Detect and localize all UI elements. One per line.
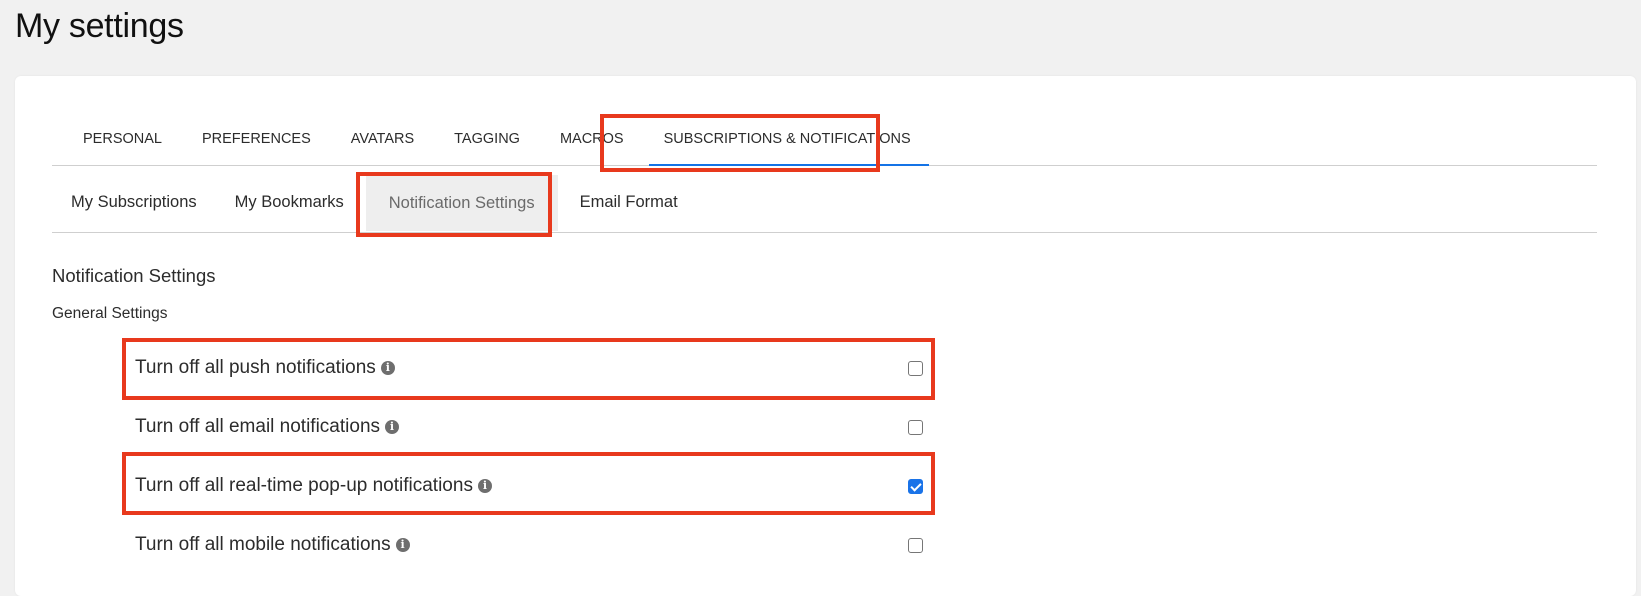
setting-row-email: Turn off all email notifications i	[122, 398, 932, 456]
push-notifications-checkbox[interactable]	[908, 360, 923, 376]
subtab-email-format[interactable]: Email Format	[561, 173, 697, 232]
setting-row-push: Turn off all push notifications i	[122, 339, 932, 397]
setting-label-text: Turn off all mobile notifications	[135, 534, 391, 555]
setting-label: Turn off all email notifications i	[135, 416, 400, 438]
tab-macros[interactable]: MACROS	[540, 115, 644, 165]
main-tabs: PERSONAL PREFERENCES AVATARS TAGGING MAC…	[52, 115, 1597, 166]
info-icon[interactable]: i	[380, 361, 395, 375]
subtab-my-subscriptions[interactable]: My Subscriptions	[52, 173, 216, 232]
info-icon[interactable]: i	[385, 420, 400, 434]
section-subheading: General Settings	[52, 305, 168, 322]
tab-personal[interactable]: PERSONAL	[52, 115, 182, 165]
setting-label-text: Turn off all push notifications	[135, 357, 376, 378]
page-title: My settings	[15, 7, 184, 45]
info-icon[interactable]: i	[477, 479, 492, 493]
email-notifications-checkbox[interactable]	[908, 419, 923, 435]
setting-row-popup: Turn off all real-time pop-up notificati…	[122, 457, 932, 515]
tab-tagging[interactable]: TAGGING	[434, 115, 540, 165]
tab-avatars[interactable]: AVATARS	[331, 115, 434, 165]
info-icon[interactable]: i	[395, 538, 410, 552]
tab-preferences[interactable]: PREFERENCES	[182, 115, 331, 165]
setting-label: Turn off all push notifications i	[135, 357, 395, 379]
setting-label: Turn off all mobile notifications i	[135, 534, 410, 556]
section-heading: Notification Settings	[52, 265, 216, 286]
setting-label-text: Turn off all email notifications	[135, 416, 381, 437]
subtab-notification-settings[interactable]: Notification Settings	[365, 174, 558, 231]
setting-label: Turn off all real-time pop-up notificati…	[135, 475, 492, 497]
subtab-my-bookmarks[interactable]: My Bookmarks	[216, 173, 363, 232]
sub-tabs: My Subscriptions My Bookmarks Notificati…	[52, 173, 1597, 233]
popup-notifications-checkbox[interactable]	[908, 478, 923, 494]
tab-subscriptions-notifications[interactable]: SUBSCRIPTIONS & NOTIFICATIONS	[644, 115, 937, 166]
mobile-notifications-checkbox[interactable]	[908, 537, 923, 553]
setting-label-text: Turn off all real-time pop-up notificati…	[135, 475, 473, 496]
setting-row-mobile: Turn off all mobile notifications i	[122, 516, 932, 574]
